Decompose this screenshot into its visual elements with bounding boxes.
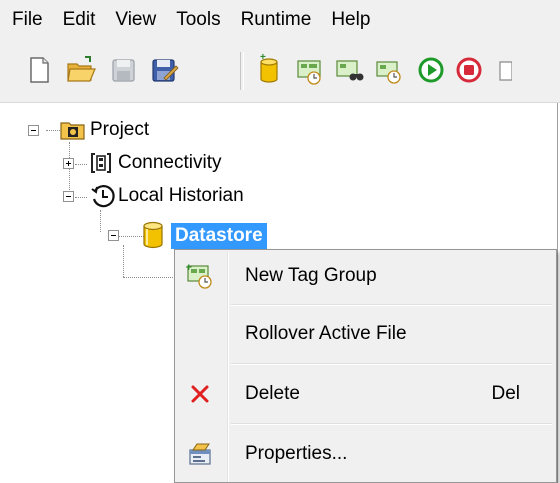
new-tag-group-icon: +: [185, 262, 215, 290]
menu-view[interactable]: View: [105, 0, 166, 40]
context-menu-separator: [231, 363, 552, 365]
add-datastore-button[interactable]: +: [252, 52, 286, 88]
project-folder-icon: [60, 122, 85, 140]
add-tag-group-icon: [297, 60, 321, 85]
tree-node-datastore[interactable]: Datastore: [171, 223, 267, 249]
context-menu: + New Tag Group Rollover Active File Del…: [174, 249, 557, 483]
find-tags-button[interactable]: [332, 52, 366, 88]
menu-item-new-tag-group[interactable]: + New Tag Group: [177, 250, 554, 302]
tree-connector: [123, 245, 124, 277]
svg-text:+: +: [260, 52, 266, 63]
save-as-button[interactable]: [146, 52, 180, 88]
toolbar-separator: [240, 52, 244, 90]
datastore-collapse-toggle[interactable]: [108, 230, 119, 241]
save-icon: [112, 59, 135, 82]
save-button[interactable]: [106, 52, 140, 88]
tree-connector: [100, 210, 101, 232]
more-icon: [499, 61, 512, 81]
open-folder-icon: [67, 56, 96, 82]
add-datastore-icon: +: [260, 52, 278, 83]
history-icon: [376, 61, 401, 84]
find-tags-icon: [336, 60, 364, 81]
pane-border: [557, 103, 558, 483]
tree-connector: [75, 164, 87, 165]
delete-label: Delete: [245, 383, 300, 404]
connectivity-node-icon: [88, 150, 114, 176]
delete-shortcut: Del: [491, 383, 520, 404]
svg-text:+: +: [185, 263, 193, 273]
add-tag-group-button[interactable]: [292, 52, 326, 88]
history-button[interactable]: [372, 52, 406, 88]
menu-item-rollover-active-file[interactable]: Rollover Active File: [177, 308, 554, 360]
toolbar: +: [0, 40, 560, 103]
menu-help[interactable]: Help: [321, 0, 380, 40]
new-tag-group-label: New Tag Group: [245, 265, 377, 286]
project-node-icon: [60, 117, 86, 141]
project-collapse-toggle[interactable]: [28, 125, 39, 136]
rollover-active-file-label: Rollover Active File: [245, 323, 407, 344]
new-file-button[interactable]: [22, 52, 56, 88]
stop-runtime-icon: [456, 57, 482, 83]
tree-connector: [75, 197, 87, 198]
menu-bar: File Edit View Tools Runtime Help: [0, 0, 560, 40]
stop-runtime-button[interactable]: [452, 52, 486, 88]
tree-connector: [46, 130, 60, 131]
tree-node-local-historian[interactable]: Local Historian: [118, 183, 244, 209]
save-as-icon: [152, 59, 179, 82]
start-runtime-button[interactable]: [414, 52, 448, 88]
connectivity-icon: [91, 153, 111, 173]
menu-file[interactable]: File: [0, 0, 53, 40]
menu-runtime[interactable]: Runtime: [231, 0, 322, 40]
tree-node-connectivity[interactable]: Connectivity: [118, 150, 222, 176]
menu-tools[interactable]: Tools: [166, 0, 230, 40]
tree-connector: [123, 277, 175, 278]
menu-edit[interactable]: Edit: [53, 0, 106, 40]
historian-node-icon: [90, 183, 116, 209]
datastore-cylinder-icon: [143, 221, 163, 249]
open-button[interactable]: [64, 52, 98, 88]
context-menu-separator: [231, 304, 552, 306]
properties-icon: [185, 440, 215, 468]
start-runtime-icon: [418, 57, 444, 83]
historian-collapse-toggle[interactable]: [63, 191, 74, 202]
connectivity-expand-toggle[interactable]: [63, 158, 74, 169]
menu-item-delete[interactable]: Delete Del: [177, 368, 554, 420]
more-toolbar-button[interactable]: [492, 52, 512, 88]
tree-node-project[interactable]: Project: [90, 117, 149, 143]
menu-item-properties[interactable]: Properties...: [177, 428, 554, 480]
context-menu-separator: [231, 423, 552, 425]
clock-history-icon: [91, 185, 115, 208]
datastore-node-icon: [140, 220, 166, 250]
new-file-icon: [30, 57, 49, 83]
properties-label: Properties...: [245, 443, 348, 464]
delete-x-icon: [185, 380, 215, 408]
